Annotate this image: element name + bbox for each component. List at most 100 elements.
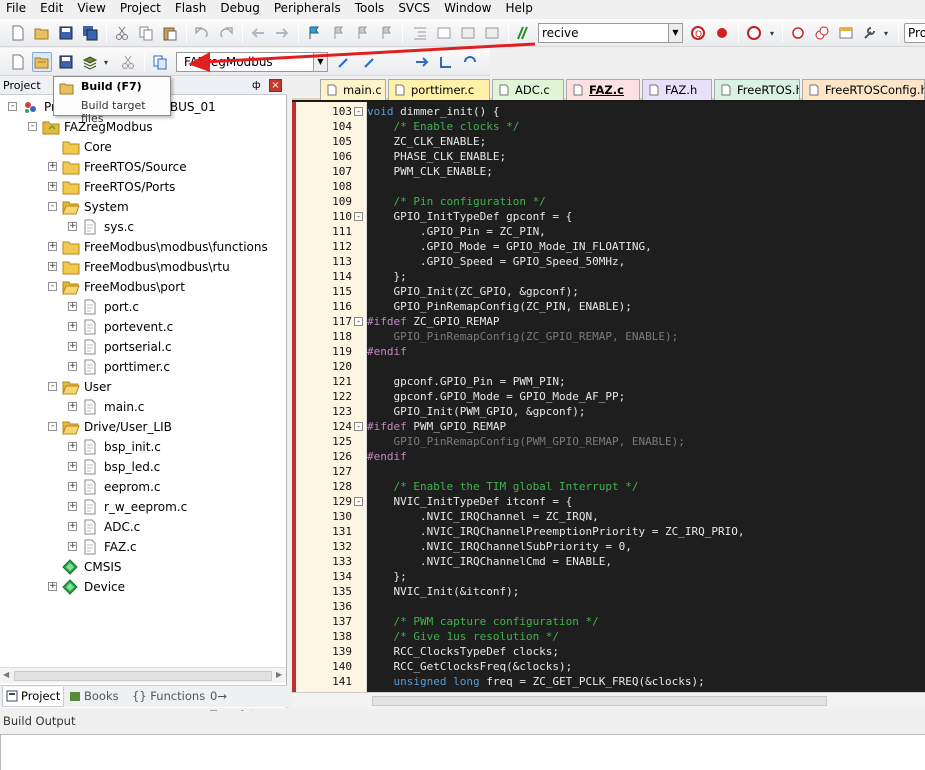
tree-node[interactable]: + port.c <box>0 297 287 317</box>
tab-functions[interactable]: {} Functions <box>128 687 206 707</box>
expand-icon[interactable]: + <box>68 442 77 451</box>
tree-horizontal-scrollbar[interactable]: ◀ ▶ <box>0 667 286 683</box>
cut-button[interactable] <box>112 23 132 43</box>
scroll-thumb[interactable] <box>14 671 272 681</box>
expand-icon[interactable]: + <box>68 462 77 471</box>
menu-help[interactable]: Help <box>498 0 539 17</box>
tab-porttimer-c[interactable]: porttimer.c <box>388 79 490 100</box>
translate-button[interactable] <box>8 52 28 72</box>
menu-debug[interactable]: Debug <box>213 0 266 17</box>
menu-window[interactable]: Window <box>437 0 498 17</box>
menu-project[interactable]: Project <box>113 0 168 17</box>
expand-icon[interactable]: + <box>68 542 77 551</box>
tab-books[interactable]: Books <box>66 687 126 707</box>
expand-icon[interactable]: + <box>68 322 77 331</box>
tree-node[interactable]: + bsp_led.c <box>0 457 287 477</box>
build-output-text[interactable] <box>0 734 925 770</box>
fold-collapse-icon[interactable]: - <box>354 212 363 221</box>
tree-node[interactable]: + portserial.c <box>0 337 287 357</box>
stop-build-button[interactable] <box>118 52 138 72</box>
expand-icon[interactable]: + <box>68 402 77 411</box>
breakpoint-button[interactable] <box>712 23 732 43</box>
tree-node[interactable]: - System <box>0 197 287 217</box>
collapse-icon[interactable]: - <box>48 382 57 391</box>
save-all-button[interactable] <box>80 23 100 43</box>
expand-icon[interactable]: + <box>48 262 57 271</box>
collapse-icon[interactable]: - <box>48 282 57 291</box>
expand-icon[interactable]: + <box>68 482 77 491</box>
tree-node[interactable]: + ADC.c <box>0 517 287 537</box>
tree-node[interactable]: + bsp_init.c <box>0 437 287 457</box>
expand-icon[interactable]: + <box>48 162 57 171</box>
tree-node[interactable]: + main.c <box>0 397 287 417</box>
expand-icon[interactable]: + <box>68 302 77 311</box>
tree-node[interactable]: + FreeModbus\modbus\functions <box>0 237 287 257</box>
fold-collapse-icon[interactable]: - <box>354 422 363 431</box>
tree-node[interactable]: - User <box>0 377 287 397</box>
collapse-icon[interactable]: - <box>48 422 57 431</box>
scroll-right-icon[interactable]: ▶ <box>276 670 282 679</box>
menu-edit[interactable]: Edit <box>33 0 70 17</box>
chevron-down-icon[interactable]: ▼ <box>668 24 682 42</box>
pack-installer-button[interactable]: Pro <box>904 23 925 43</box>
tree-node[interactable]: + FreeModbus\modbus\rtu <box>0 257 287 277</box>
copy-button[interactable] <box>136 23 156 43</box>
menu-peripherals[interactable]: Peripherals <box>267 0 348 17</box>
expand-icon[interactable]: + <box>48 182 57 191</box>
expand-icon[interactable]: + <box>68 502 77 511</box>
expand-icon[interactable]: + <box>68 222 77 231</box>
fold-collapse-icon[interactable]: - <box>354 317 363 326</box>
tree-node[interactable]: + FAZ.c <box>0 537 287 557</box>
menu-view[interactable]: View <box>70 0 112 17</box>
fold-collapse-icon[interactable]: - <box>354 107 363 116</box>
tree-node[interactable]: + FreeRTOS/Ports <box>0 177 287 197</box>
tab-main-c[interactable]: main.c <box>320 79 386 100</box>
expand-icon[interactable]: + <box>68 522 77 531</box>
configure-button[interactable]: ▾ <box>860 23 894 43</box>
tab-freertosconfig-h[interactable]: FreeRTOSConfig.h <box>802 79 925 100</box>
tree-node[interactable]: + FreeRTOS/Source <box>0 157 287 177</box>
rebuild-button[interactable] <box>56 52 76 72</box>
new-file-button[interactable] <box>8 23 28 43</box>
tab-templates[interactable]: 0→ Templates <box>208 687 286 722</box>
expand-icon[interactable]: + <box>68 342 77 351</box>
insert-breakpoint-button[interactable] <box>788 23 808 43</box>
download-button[interactable] <box>150 52 170 72</box>
tree-node[interactable]: + eeprom.c <box>0 477 287 497</box>
build-button[interactable] <box>32 52 52 72</box>
tab-project[interactable]: Project <box>2 687 64 707</box>
expand-icon[interactable]: + <box>68 362 77 371</box>
editor-horizontal-scrollbar[interactable] <box>292 692 925 708</box>
fold-collapse-icon[interactable]: - <box>354 497 363 506</box>
tree-node[interactable]: + r_w_eeprom.c <box>0 497 287 517</box>
expand-icon[interactable]: + <box>48 582 57 591</box>
open-file-button[interactable] <box>32 23 52 43</box>
find-combo[interactable]: recive ▼ <box>538 23 683 43</box>
tab-freertos-h[interactable]: FreeRTOS.h <box>714 79 800 100</box>
tree-node[interactable]: - FreeModbus\port <box>0 277 287 297</box>
collapse-icon[interactable]: - <box>8 102 17 111</box>
tab-adc-c[interactable]: ADC.c <box>492 79 564 100</box>
collapse-icon[interactable]: - <box>48 202 57 211</box>
pin-icon[interactable]: ф <box>252 80 261 91</box>
scroll-left-icon[interactable]: ◀ <box>3 670 9 679</box>
tab-faz-c[interactable]: FAZ.c <box>566 79 640 100</box>
tree-node[interactable]: + sys.c <box>0 217 287 237</box>
expand-icon[interactable]: + <box>48 242 57 251</box>
tree-node[interactable]: + portevent.c <box>0 317 287 337</box>
tree-node[interactable]: CMSIS <box>0 557 287 577</box>
menu-tools[interactable]: Tools <box>348 0 392 17</box>
menu-flash[interactable]: Flash <box>168 0 213 17</box>
tree-node[interactable]: - Drive/User_LIB <box>0 417 287 437</box>
window-button[interactable] <box>836 23 856 43</box>
menu-svcs[interactable]: SVCS <box>391 0 437 17</box>
debug-session-button[interactable]: ▾ <box>744 23 776 43</box>
scroll-thumb[interactable] <box>372 696 827 706</box>
incremental-find-button[interactable]: Q <box>688 23 708 43</box>
paste-button[interactable] <box>160 23 180 43</box>
menu-file[interactable]: File <box>0 0 33 17</box>
tab-faz-h[interactable]: FAZ.h <box>642 79 712 100</box>
tree-node[interactable]: + porttimer.c <box>0 357 287 377</box>
tree-node[interactable]: + Device <box>0 577 287 597</box>
multi-breakpoint-button[interactable] <box>812 23 832 43</box>
